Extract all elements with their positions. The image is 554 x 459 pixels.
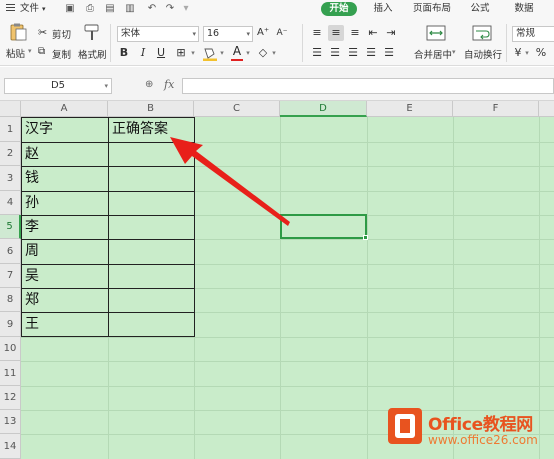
chevron-down-icon[interactable]: ▾ — [452, 48, 456, 56]
font-color-icon[interactable]: A — [230, 43, 244, 59]
menu-icon[interactable] — [6, 2, 16, 16]
tab-insert[interactable]: 插入 — [369, 2, 397, 16]
number-format-value: 常规 — [516, 28, 536, 39]
formula-input[interactable] — [182, 78, 554, 94]
font-size-value: 16 — [207, 28, 220, 39]
align-middle-icon[interactable]: ≡ — [328, 25, 344, 41]
tab-page-layout[interactable]: 页面布局 — [410, 2, 454, 16]
font-name-value: 宋体 — [121, 28, 141, 39]
annotation-arrow-icon — [170, 137, 290, 226]
font-size-select[interactable]: 16 ▾ — [203, 26, 253, 42]
wrap-text-icon[interactable] — [472, 24, 492, 42]
currency-icon[interactable]: ¥ — [512, 45, 524, 61]
fx-icon[interactable]: fx — [164, 78, 174, 91]
merge-center-icon[interactable] — [426, 24, 446, 42]
tab-data[interactable]: 数据 — [510, 2, 538, 16]
chevron-down-icon: ▾ — [192, 30, 196, 38]
copy-label[interactable]: 复制 — [52, 47, 71, 61]
font-name-select[interactable]: 宋体 ▾ — [117, 26, 199, 42]
bold-button[interactable]: B — [118, 45, 130, 61]
wrap-text-label[interactable]: 自动换行 — [464, 47, 502, 61]
copy-icon[interactable]: ⧉ — [38, 46, 45, 57]
save-icon[interactable]: ▣ — [64, 3, 76, 14]
export-pdf-icon[interactable]: ▥ — [124, 3, 136, 14]
decrease-font-icon[interactable]: A⁻ — [276, 25, 288, 41]
clear-format-icon[interactable]: ◇ — [256, 45, 270, 61]
align-bottom-icon[interactable]: ≡ — [348, 25, 362, 41]
undo-icon[interactable]: ↶ — [146, 3, 158, 14]
divider — [110, 24, 111, 62]
chevron-down-icon[interactable]: ▾ — [245, 45, 251, 61]
redo-icon[interactable]: ↷ — [164, 3, 176, 14]
indent-decrease-icon[interactable]: ⇤ — [366, 25, 380, 41]
justify-icon[interactable]: ☰ — [364, 45, 378, 61]
increase-font-icon[interactable]: A⁺ — [257, 25, 269, 41]
tab-home[interactable]: 开始 — [321, 2, 357, 16]
indent-increase-icon[interactable]: ⇥ — [384, 25, 398, 41]
font-color-swatch — [231, 59, 243, 61]
logo-url: www.office26.com — [428, 433, 538, 447]
customize-icon[interactable]: ▾ — [180, 3, 192, 14]
fill-color-icon[interactable] — [202, 47, 218, 61]
chevron-down-icon[interactable]: ▾ — [271, 45, 277, 61]
align-left-icon[interactable]: ☰ — [310, 45, 324, 61]
name-box[interactable]: D5 ▾ — [4, 78, 112, 94]
chevron-down-icon[interactable]: ▾ — [219, 45, 225, 61]
italic-button[interactable]: I — [137, 45, 149, 61]
format-painter-icon[interactable] — [82, 23, 102, 41]
tab-formulas[interactable]: 公式 — [466, 2, 494, 16]
chevron-down-icon[interactable]: ▾ — [28, 47, 32, 55]
align-right-icon[interactable]: ☰ — [346, 45, 360, 61]
percent-icon[interactable]: % — [534, 45, 548, 61]
menu-bar: 文件 ▾ ▣ ⎙ ▤ ▥ ↶ ↷ ▾ 开始 插入 页面布局 公式 数据 — [0, 0, 554, 18]
ribbon-toolbar: 粘贴 ▾ ✂ 剪切 ⧉ 复制 格式刷 宋体 ▾ 16 ▾ A⁺ A⁻ B I U… — [0, 18, 554, 66]
spreadsheet-grid[interactable]: A B C D E F 1 2 3 4 5 6 7 8 9 10 11 12 1… — [0, 101, 554, 459]
file-menu[interactable]: 文件 — [20, 2, 39, 16]
zoom-icon[interactable]: ⊕ — [145, 79, 153, 90]
name-box-value: D5 — [50, 80, 66, 91]
print-icon[interactable]: ⎙ — [84, 3, 96, 14]
border-icon[interactable]: ⊞ — [174, 45, 188, 61]
office26-logo: Office教程网 www.office26.com — [384, 408, 554, 459]
chevron-down-icon[interactable]: ▾ — [42, 2, 46, 16]
distributed-align-icon[interactable]: ☰ — [382, 45, 396, 61]
underline-button[interactable]: U — [155, 45, 167, 61]
print-preview-icon[interactable]: ▤ — [104, 3, 116, 14]
number-format-select[interactable]: 常规 — [512, 26, 554, 42]
chevron-down-icon: ▾ — [246, 30, 250, 38]
chevron-down-icon[interactable]: ▾ — [190, 45, 196, 61]
cut-label[interactable]: 剪切 — [52, 27, 71, 41]
logo-title: Office教程网 — [428, 415, 533, 435]
align-center-icon[interactable]: ☰ — [328, 45, 342, 61]
paste-icon[interactable] — [8, 23, 28, 41]
chevron-down-icon[interactable]: ▾ — [524, 45, 530, 61]
office-logo-icon — [388, 408, 422, 444]
divider — [506, 24, 507, 62]
chevron-down-icon: ▾ — [104, 82, 108, 90]
cut-icon[interactable]: ✂ — [38, 26, 47, 39]
paste-label[interactable]: 粘贴 — [6, 46, 25, 60]
formula-bar: D5 ▾ ⊕ fx — [0, 67, 554, 101]
format-painter-label[interactable]: 格式刷 — [78, 47, 107, 61]
align-top-icon[interactable]: ≡ — [310, 25, 324, 41]
merge-center-label[interactable]: 合并居中 — [414, 47, 452, 61]
divider — [302, 24, 303, 62]
